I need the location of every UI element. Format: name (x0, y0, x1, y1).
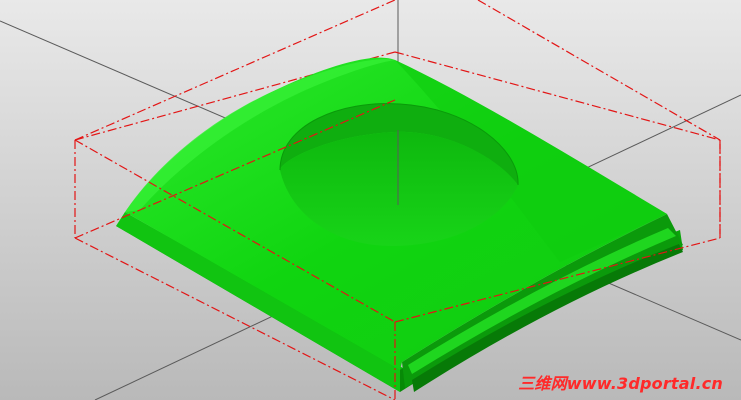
cad-viewport[interactable]: 三维网www.3dportal.cn (0, 0, 741, 400)
3d-scene[interactable] (0, 0, 741, 400)
